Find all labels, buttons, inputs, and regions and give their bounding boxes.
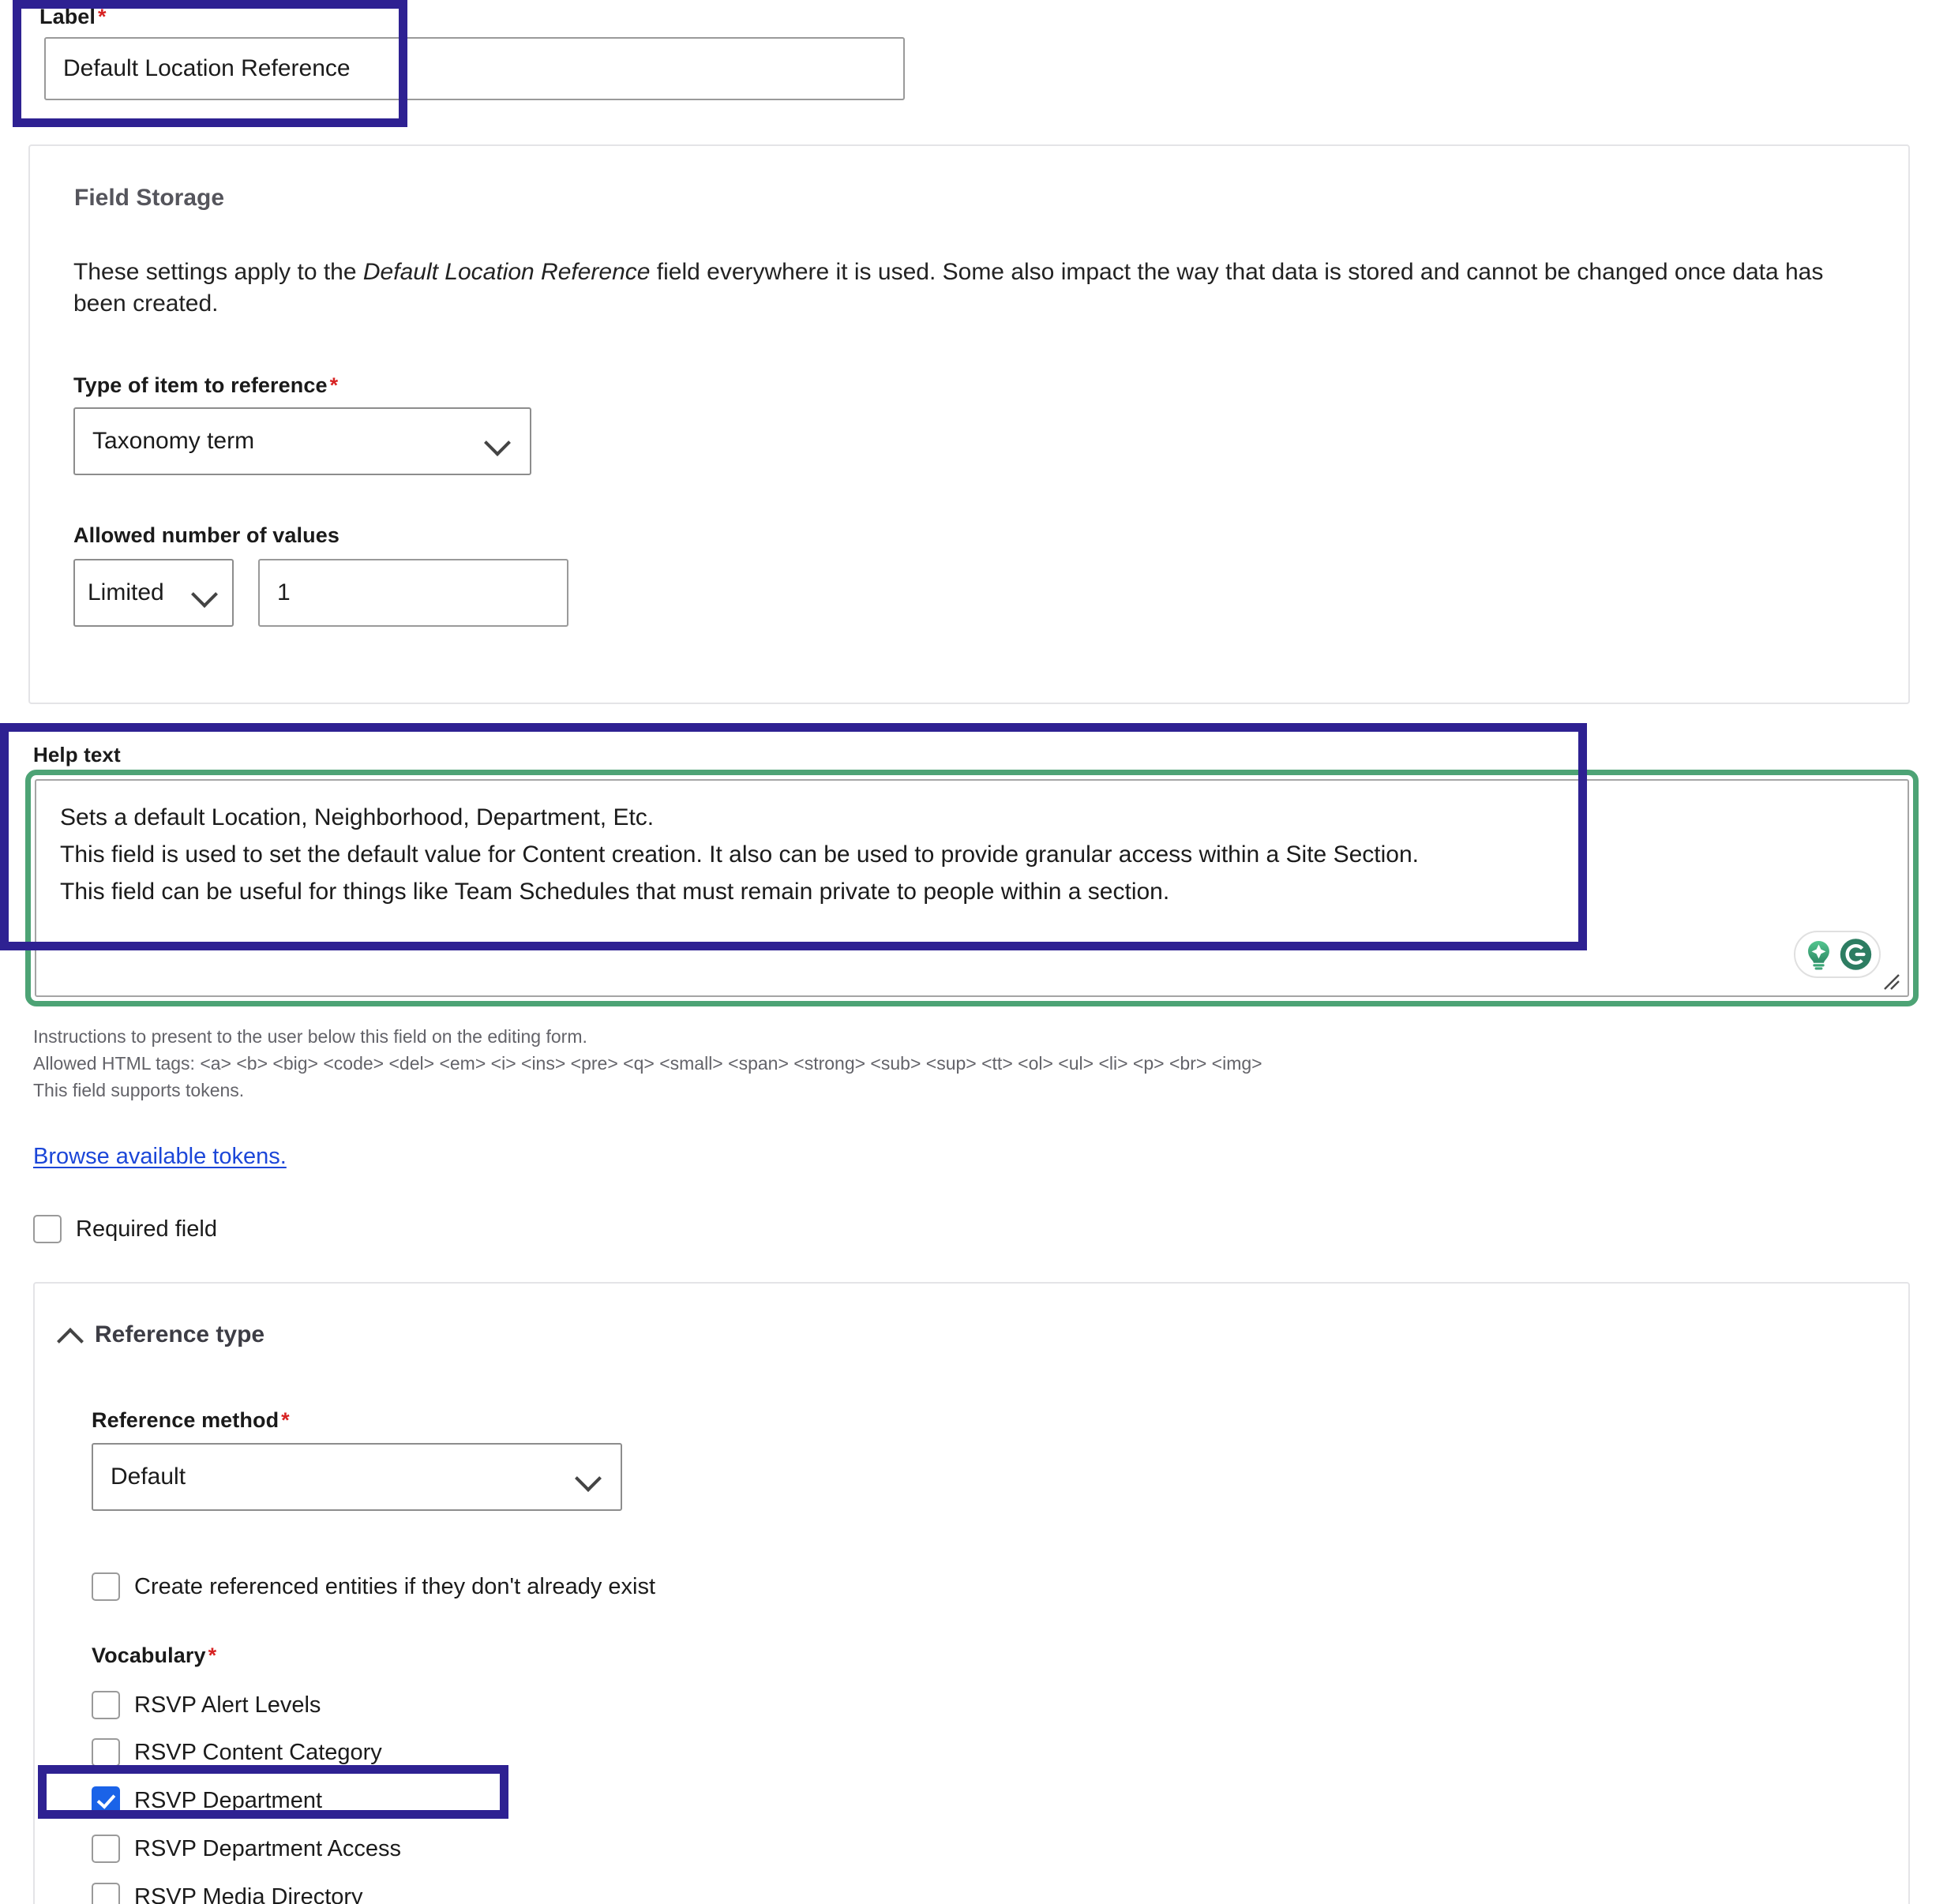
help-text-label-text: Help text — [33, 743, 121, 766]
help-text-line-3: This field can be useful for things like… — [60, 879, 1170, 905]
reference-type-title: Reference type — [95, 1321, 265, 1347]
vocabulary-option-label: RSVP Media Directory — [134, 1883, 363, 1904]
vocabulary-option-row[interactable]: RSVP Content Category — [92, 1738, 382, 1767]
allowed-number-input-value: 1 — [277, 579, 291, 605]
vocabulary-checkbox[interactable] — [92, 1691, 120, 1719]
desc-part-2: field everywhere it is used. Some also i… — [650, 259, 1668, 285]
field-settings-page: Label * Default Location Reference Field … — [0, 0, 1947, 1904]
reference-method-label: Reference method * — [92, 1408, 290, 1433]
help-text-content: Sets a default Location, Neighborhood, D… — [60, 799, 1876, 910]
create-entities-checkbox[interactable] — [92, 1572, 120, 1601]
create-entities-checkbox-row[interactable]: Create referenced entities if they don't… — [92, 1572, 655, 1601]
vocabulary-checkbox[interactable] — [92, 1738, 120, 1767]
field-storage-title: Field Storage — [74, 185, 225, 211]
required-asterisk: * — [98, 5, 107, 28]
type-of-item-label: Type of item to reference * — [73, 373, 338, 398]
vocabulary-option-row[interactable]: RSVP Media Directory — [92, 1883, 363, 1904]
reference-method-value: Default — [111, 1464, 186, 1490]
type-of-item-select[interactable]: Taxonomy term — [73, 407, 531, 475]
lightbulb-icon[interactable] — [1802, 936, 1836, 973]
vocabulary-label: Vocabulary * — [92, 1644, 216, 1668]
label-input-outer[interactable]: Default Location Reference — [44, 37, 905, 100]
label-input-value: Default Location Reference — [63, 55, 351, 81]
vocabulary-option-label: RSVP Department Access — [134, 1835, 401, 1861]
vocabulary-label-text: Vocabulary — [92, 1644, 206, 1667]
reference-type-card: Reference type Reference method * Default… — [33, 1282, 1910, 1904]
desc-part-1: These settings apply to the — [73, 259, 363, 285]
vocabulary-checkbox[interactable] — [92, 1835, 120, 1863]
required-asterisk: * — [329, 373, 339, 397]
grammarly-logo-icon[interactable] — [1839, 936, 1873, 973]
help-text-label: Help text — [33, 743, 121, 767]
allowed-number-input[interactable]: 1 — [258, 559, 568, 627]
required-field-checkbox[interactable] — [33, 1215, 62, 1243]
allowed-number-label-text: Allowed number of values — [73, 523, 340, 547]
textarea-resize-handle[interactable] — [1880, 970, 1900, 991]
vocabulary-checkbox[interactable] — [92, 1786, 120, 1815]
help-text-line-1: Sets a default Location, Neighborhood, D… — [60, 804, 655, 830]
allowed-number-select-value: Limited — [88, 579, 164, 605]
label-text: Label — [39, 5, 96, 28]
vocabulary-option-row[interactable]: RSVP Department Access — [92, 1835, 401, 1863]
vocabulary-option-label: RSVP Alert Levels — [134, 1692, 321, 1718]
grammarly-widget[interactable] — [1794, 931, 1881, 978]
required-asterisk: * — [281, 1408, 290, 1432]
field-storage-description: These settings apply to the Default Loca… — [73, 257, 1874, 320]
vocabulary-option-label: RSVP Department — [134, 1787, 323, 1813]
chevron-up-icon[interactable] — [58, 1327, 82, 1343]
browse-tokens-link[interactable]: Browse available tokens. — [33, 1144, 287, 1170]
required-field-checkbox-row[interactable]: Required field — [33, 1215, 217, 1243]
allowed-number-label: Allowed number of values — [73, 523, 340, 548]
reference-type-header[interactable]: Reference type — [58, 1321, 264, 1348]
reference-method-select[interactable]: Default — [92, 1443, 622, 1511]
vocabulary-option-row[interactable]: RSVP Alert Levels — [92, 1691, 321, 1719]
help-text-description-3: This field supports tokens. — [33, 1080, 245, 1100]
help-text-line-2: This field is used to set the default va… — [60, 841, 1419, 868]
required-field-label: Required field — [76, 1216, 217, 1242]
help-text-description-1: Instructions to present to the user belo… — [33, 1026, 587, 1047]
help-text-description-2: Allowed HTML tags: <a> <b> <big> <code> … — [33, 1053, 1262, 1074]
vocabulary-option-row[interactable]: RSVP Department — [92, 1786, 322, 1815]
vocabulary-checkbox[interactable] — [92, 1883, 120, 1904]
vocabulary-option-label: RSVP Content Category — [134, 1739, 382, 1765]
chevron-down-icon — [576, 1469, 603, 1485]
required-asterisk: * — [208, 1644, 217, 1667]
label-field-label: Label * — [39, 5, 107, 29]
chevron-down-icon — [193, 585, 219, 601]
desc-field-name: Default Location Reference — [362, 259, 651, 285]
type-of-item-label-text: Type of item to reference — [73, 373, 328, 397]
create-entities-label: Create referenced entities if they don't… — [134, 1573, 656, 1599]
reference-method-label-text: Reference method — [92, 1408, 279, 1432]
chevron-down-icon — [486, 433, 512, 449]
field-storage-card: Field Storage These settings apply to th… — [28, 144, 1910, 704]
type-of-item-value: Taxonomy term — [92, 428, 255, 454]
allowed-number-select[interactable]: Limited — [73, 559, 234, 627]
